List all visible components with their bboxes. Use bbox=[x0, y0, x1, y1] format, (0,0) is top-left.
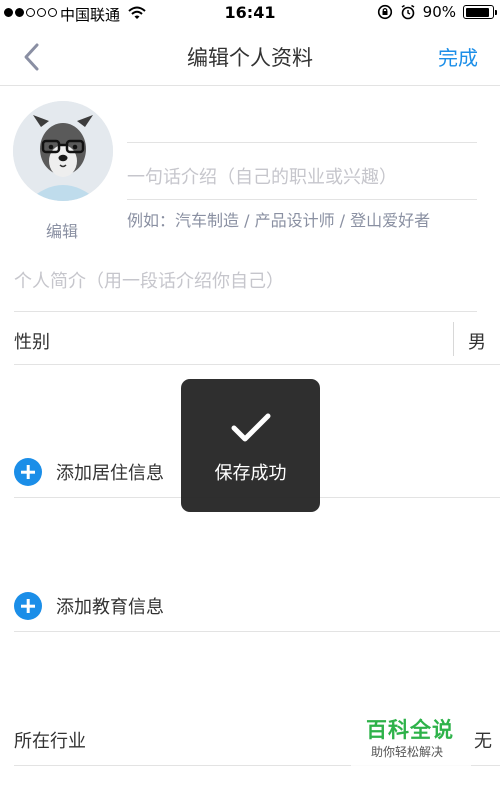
education-divider bbox=[14, 631, 500, 632]
intro-input[interactable]: 一句话介绍（自己的职业或兴趣） bbox=[127, 163, 397, 189]
avatar[interactable] bbox=[13, 101, 113, 201]
save-success-toast: 保存成功 bbox=[181, 379, 320, 512]
plus-circle-icon bbox=[14, 592, 42, 620]
rotation-lock-icon bbox=[377, 4, 392, 20]
add-residence-button[interactable]: 添加居住信息 bbox=[14, 458, 164, 486]
add-residence-label: 添加居住信息 bbox=[56, 463, 164, 484]
avatar-edit-label[interactable]: 编辑 bbox=[46, 218, 78, 242]
gender-divider bbox=[14, 364, 500, 365]
checkmark-icon bbox=[231, 413, 271, 442]
industry-value[interactable]: 无 bbox=[474, 727, 492, 753]
gender-value[interactable]: 男 bbox=[468, 328, 486, 354]
add-education-label: 添加教育信息 bbox=[56, 597, 164, 618]
gender-separator bbox=[453, 322, 454, 356]
alarm-icon bbox=[401, 4, 415, 20]
plus-circle-icon bbox=[14, 458, 42, 486]
add-education-button[interactable]: 添加教育信息 bbox=[14, 592, 164, 620]
battery-percent: 90% bbox=[422, 3, 456, 21]
watermark-subtitle: 助你轻松解决 bbox=[371, 745, 444, 759]
bio-divider bbox=[14, 311, 477, 312]
page-title: 编辑个人资料 bbox=[187, 46, 313, 70]
industry-label: 所在行业 bbox=[14, 731, 86, 752]
dog-avatar-image bbox=[13, 101, 113, 201]
name-field-underline bbox=[127, 142, 477, 143]
status-bar: 中国联通 16:41 90% bbox=[0, 0, 500, 28]
intro-example-hint: 例如：汽车制造 / 产品设计师 / 登山爱好者 bbox=[127, 211, 431, 230]
done-button[interactable]: 完成 bbox=[438, 42, 478, 71]
battery-icon bbox=[463, 5, 497, 19]
watermark-title: 百科全说 bbox=[366, 718, 454, 742]
intro-divider bbox=[127, 199, 477, 200]
bio-input[interactable]: 个人简介（用一段话介绍你自己） bbox=[14, 267, 284, 293]
navigation-bar: 编辑个人资料 完成 bbox=[0, 28, 500, 86]
toast-message: 保存成功 bbox=[214, 463, 287, 484]
gender-label: 性别 bbox=[14, 332, 50, 353]
